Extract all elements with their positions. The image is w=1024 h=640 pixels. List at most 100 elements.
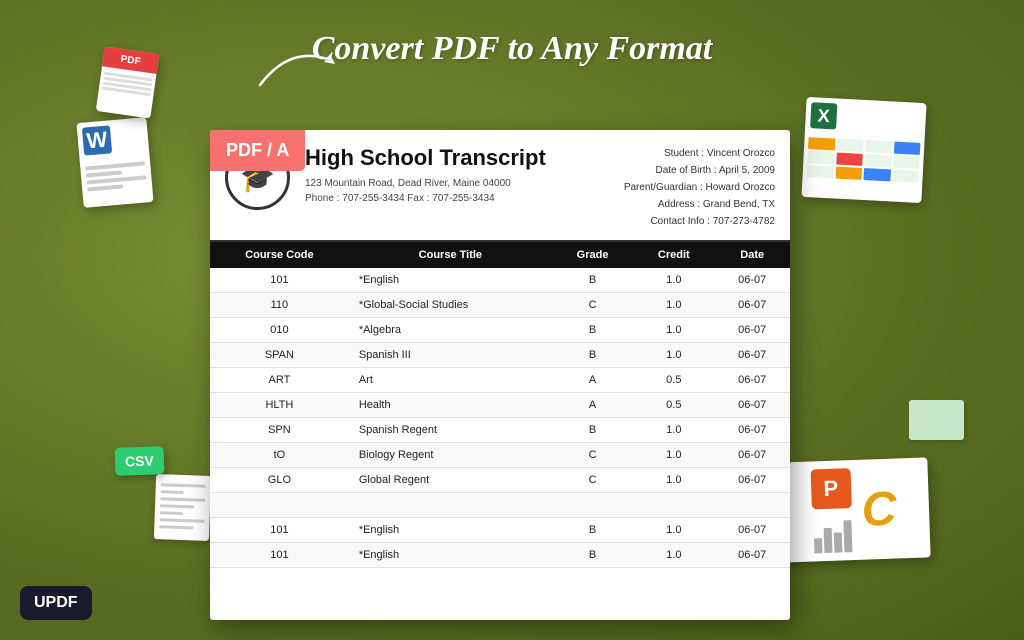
col-date: Date [714, 242, 790, 268]
pdf-label: PDF [102, 46, 159, 73]
cell-title: *Global-Social Studies [349, 293, 552, 318]
parent-row: Parent/Guardian : Howard Orozco [624, 179, 775, 196]
csv-badge: CSV [115, 446, 165, 476]
table-header-row: Course Code Course Title Grade Credit Da… [210, 242, 790, 268]
cell-grade: A [552, 393, 633, 418]
cell-date: 06-07 [714, 293, 790, 318]
cell-credit: 1.0 [633, 443, 714, 468]
cell-title: Spanish Regent [349, 418, 552, 443]
cell-date: 06-07 [714, 343, 790, 368]
cell-credit: 1.0 [633, 293, 714, 318]
cell-title: Art [349, 368, 552, 393]
cell-grade: B [552, 543, 633, 568]
cell-grade: B [552, 418, 633, 443]
table-row: tO Biology Regent C 1.0 06-07 [210, 443, 790, 468]
cell-grade: C [552, 293, 633, 318]
table-row: 110 *Global-Social Studies C 1.0 06-07 [210, 293, 790, 318]
cell-code: SPN [210, 418, 349, 443]
cell-credit: 1.0 [633, 418, 714, 443]
address-row: Address : Grand Bend, TX [624, 196, 775, 213]
powerpoint-icon: P [810, 468, 851, 509]
word-doc-decoration: W [76, 117, 153, 208]
cell-date: 06-07 [714, 318, 790, 343]
c-icon: C [861, 481, 898, 537]
cell-code: 010 [210, 318, 349, 343]
table-row [210, 493, 790, 518]
cell-grade: B [552, 268, 633, 293]
table-row: ART Art A 0.5 06-07 [210, 368, 790, 393]
transcript-title-section: High School Transcript 123 Mountain Road… [305, 145, 624, 206]
table-row: 101 *English B 1.0 06-07 [210, 543, 790, 568]
cell-credit: 1.0 [633, 518, 714, 543]
cell-title: *English [349, 268, 552, 293]
address-line1: 123 Mountain Road, Dead River, Maine 040… [305, 178, 511, 189]
scatter-doc-decoration [154, 474, 211, 541]
cell-grade: C [552, 443, 633, 468]
contact-row: Contact Info : 707-273-4782 [624, 213, 775, 230]
cell-title: Biology Regent [349, 443, 552, 468]
cell-title: Health [349, 393, 552, 418]
table-row: HLTH Health A 0.5 06-07 [210, 393, 790, 418]
main-heading: Convert PDF to Any Format [312, 30, 713, 68]
pdf-small-decoration: PDF [96, 46, 160, 118]
table-row: SPAN Spanish III B 1.0 06-07 [210, 343, 790, 368]
cell-code: 101 [210, 518, 349, 543]
cell-code: 110 [210, 293, 349, 318]
cell-date: 06-07 [714, 468, 790, 493]
cell-credit: 1.0 [633, 543, 714, 568]
cell-grade: A [552, 368, 633, 393]
excel-doc-decoration: X [801, 97, 926, 203]
cell-title: *Algebra [349, 318, 552, 343]
col-course-code: Course Code [210, 242, 349, 268]
cell-code: 101 [210, 543, 349, 568]
table-row: 101 *English B 1.0 06-07 [210, 268, 790, 293]
col-credit: Credit [633, 242, 714, 268]
pptc-decoration: P C [777, 457, 930, 562]
table-row: SPN Spanish Regent B 1.0 06-07 [210, 418, 790, 443]
student-name-row: Student : Vincent Orozco [624, 145, 775, 162]
cell-date: 06-07 [714, 393, 790, 418]
cell-title: Global Regent [349, 468, 552, 493]
col-course-title: Course Title [349, 242, 552, 268]
word-icon: W [82, 125, 112, 155]
transcript-table: Course Code Course Title Grade Credit Da… [210, 242, 790, 568]
cell-title: *English [349, 543, 552, 568]
cell-date: 06-07 [714, 418, 790, 443]
table-row: 010 *Algebra B 1.0 06-07 [210, 318, 790, 343]
green-doc-decoration [909, 400, 964, 440]
pdf-a-badge: PDF / A [210, 130, 305, 171]
cell-date: 06-07 [714, 268, 790, 293]
cell-date: 06-07 [714, 368, 790, 393]
cell-credit: 0.5 [633, 393, 714, 418]
col-grade: Grade [552, 242, 633, 268]
address-line2: Phone : 707-255-3434 Fax : 707-255-3434 [305, 193, 495, 204]
cell-credit: 1.0 [633, 268, 714, 293]
cell-date: 06-07 [714, 543, 790, 568]
cell-credit: 0.5 [633, 368, 714, 393]
updf-logo: UPDF [20, 586, 92, 620]
cell-date: 06-07 [714, 443, 790, 468]
cell-title: Spanish III [349, 343, 552, 368]
transcript-address: 123 Mountain Road, Dead River, Maine 040… [305, 176, 624, 206]
excel-icon: X [810, 102, 837, 129]
transcript-title: High School Transcript [305, 145, 624, 171]
cell-grade: B [552, 343, 633, 368]
cell-credit: 1.0 [633, 468, 714, 493]
transcript-document: 🎓 High School Transcript 123 Mountain Ro… [210, 130, 790, 620]
cell-code: tO [210, 443, 349, 468]
cell-grade: B [552, 518, 633, 543]
dob-row: Date of Birth : April 5, 2009 [624, 162, 775, 179]
cell-date: 06-07 [714, 518, 790, 543]
cell-code: 101 [210, 268, 349, 293]
table-row: GLO Global Regent C 1.0 06-07 [210, 468, 790, 493]
chart-decoration [813, 512, 852, 553]
cell-code: HLTH [210, 393, 349, 418]
transcript-student-info: Student : Vincent Orozco Date of Birth :… [624, 145, 775, 230]
cell-code: SPAN [210, 343, 349, 368]
cell-grade: C [552, 468, 633, 493]
table-row: 101 *English B 1.0 06-07 [210, 518, 790, 543]
cell-title: *English [349, 518, 552, 543]
cell-code: GLO [210, 468, 349, 493]
cell-credit: 1.0 [633, 318, 714, 343]
cell-grade: B [552, 318, 633, 343]
